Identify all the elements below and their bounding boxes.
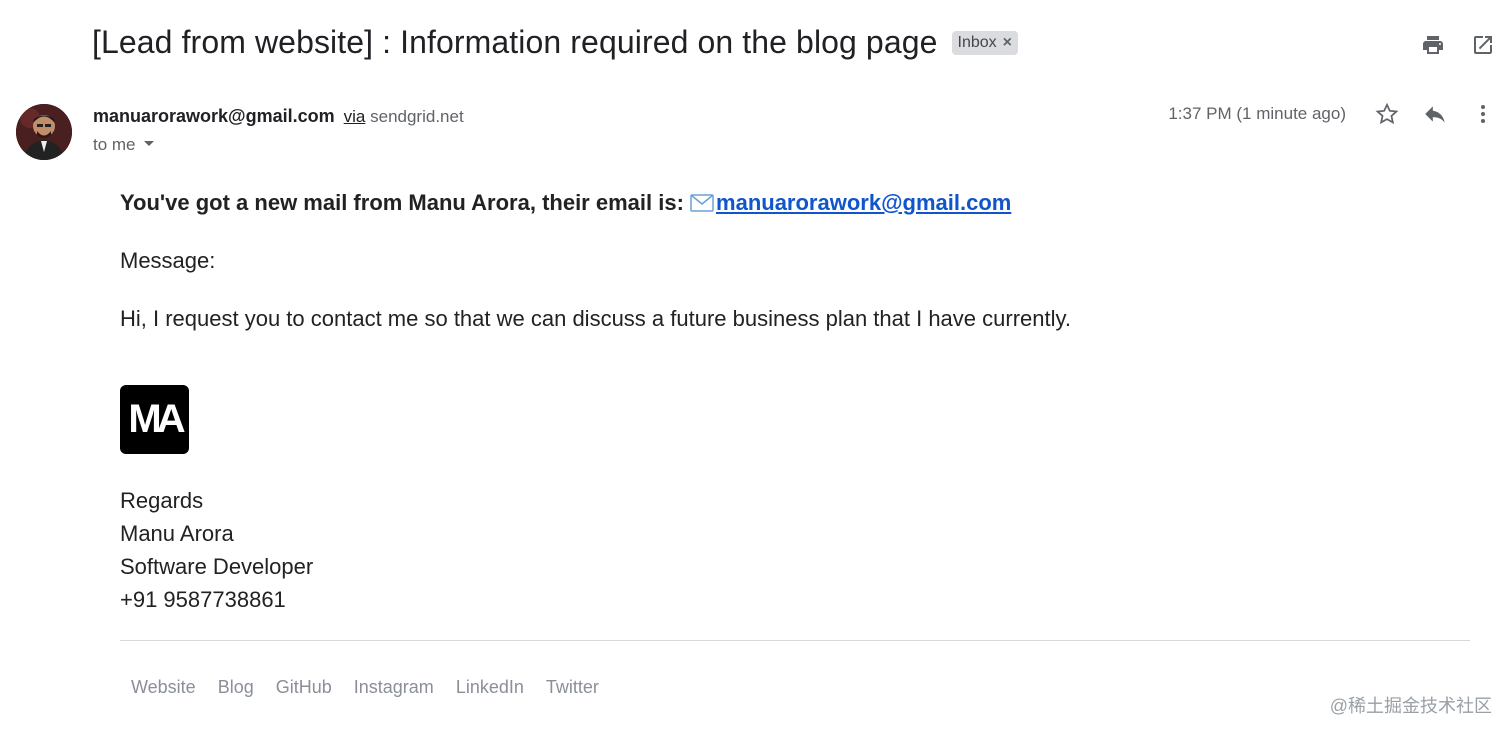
- footer-divider: [120, 640, 1470, 641]
- message-meta: 1:37 PM (1 minute ago): [1168, 101, 1496, 127]
- star-icon[interactable]: [1374, 101, 1400, 127]
- signature-regards: Regards: [120, 488, 204, 513]
- intro-line: You've got a new mail from Manu Arora, t…: [120, 190, 1470, 218]
- via-link[interactable]: via: [344, 107, 366, 126]
- sender-avatar[interactable]: [16, 104, 72, 160]
- footer-link-blog[interactable]: Blog: [218, 677, 254, 698]
- signature-name: Manu Arora: [120, 521, 234, 546]
- inbox-label-chip[interactable]: Inbox ×: [951, 30, 1019, 55]
- sender-email[interactable]: manuarorawork@gmail.com: [93, 106, 335, 126]
- via-domain: sendgrid.net: [370, 107, 464, 126]
- remove-label-icon[interactable]: ×: [1003, 34, 1012, 51]
- recipient-details-toggle[interactable]: to me: [93, 135, 156, 155]
- signature: Regards Manu Arora Software Developer +9…: [120, 484, 313, 616]
- to-label: to me: [93, 135, 136, 154]
- footer-link-instagram[interactable]: Instagram: [354, 677, 434, 698]
- label-chip-text: Inbox: [957, 33, 997, 51]
- envelope-icon: [690, 192, 714, 218]
- message-body: You've got a new mail from Manu Arora, t…: [120, 190, 1470, 332]
- message-text: Hi, I request you to contact me so that …: [120, 306, 1071, 331]
- signature-title: Software Developer: [120, 554, 314, 579]
- open-in-new-window-icon[interactable]: [1470, 32, 1496, 58]
- top-toolbar: [1420, 32, 1496, 58]
- footer-link-github[interactable]: GitHub: [276, 677, 332, 698]
- ma-logo: MA: [120, 385, 189, 454]
- email-subject: [Lead from website] : Information requir…: [92, 24, 938, 60]
- signature-phone: +91 9587738861: [120, 587, 286, 612]
- message-label: Message:: [120, 248, 216, 273]
- watermark: @稀土掘金技术社区: [1329, 696, 1492, 716]
- more-vert-icon[interactable]: [1470, 101, 1496, 127]
- footer-link-website[interactable]: Website: [131, 677, 196, 698]
- footer-links: Website Blog GitHub Instagram LinkedIn T…: [131, 677, 599, 698]
- intro-text: You've got a new mail from Manu Arora, t…: [120, 190, 691, 215]
- footer-link-linkedin[interactable]: LinkedIn: [456, 677, 524, 698]
- timestamp: 1:37 PM (1 minute ago): [1168, 104, 1346, 123]
- chevron-down-icon[interactable]: [142, 135, 156, 155]
- subject-row: [Lead from website] : Information requir…: [92, 24, 1019, 61]
- via-info: via sendgrid.net: [344, 107, 464, 126]
- print-icon[interactable]: [1420, 32, 1446, 58]
- footer-link-twitter[interactable]: Twitter: [546, 677, 599, 698]
- reply-icon[interactable]: [1422, 101, 1448, 127]
- sender-row: manuarorawork@gmail.com via sendgrid.net: [93, 106, 464, 127]
- sender-email-link[interactable]: manuarorawork@gmail.com: [716, 190, 1011, 215]
